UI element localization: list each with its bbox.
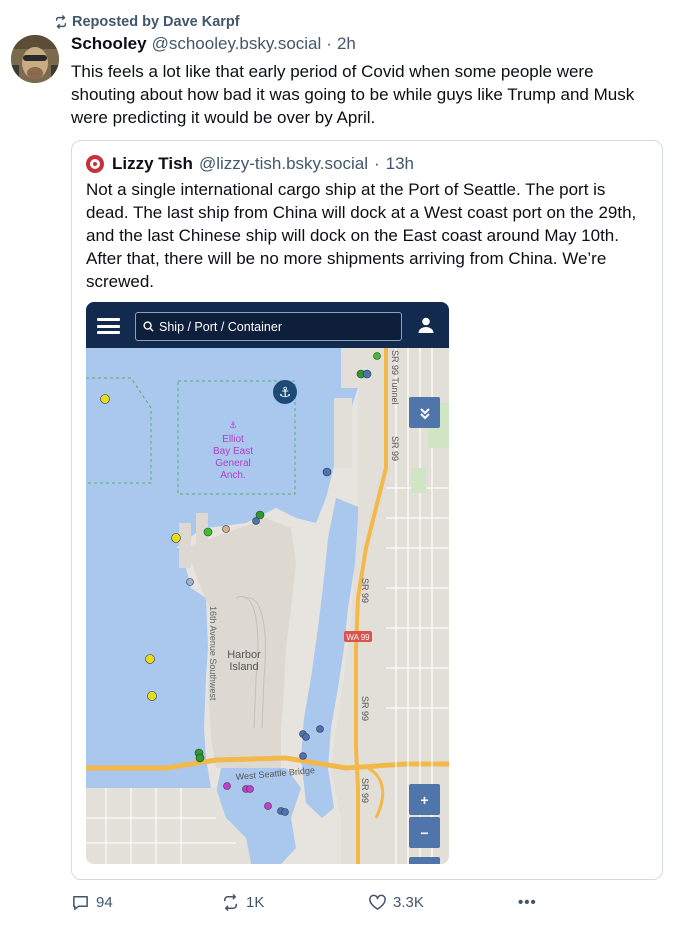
map-control-partial[interactable]: [409, 857, 440, 864]
post-text: This feels a lot like that early period …: [71, 62, 635, 127]
quote-author-avatar[interactable]: [86, 155, 104, 173]
more-options-icon: •••: [518, 893, 537, 911]
chevron-double-down-icon: [419, 407, 430, 419]
reposted-by[interactable]: Reposted by Dave Karpf: [54, 12, 240, 32]
svg-text:⚓: ⚓: [279, 385, 292, 401]
post-actions: 94 1K 3.3K •••: [71, 890, 551, 914]
quote-author-name[interactable]: Lizzy Tish: [112, 154, 193, 174]
road-label-sr99-a: SR 99: [390, 436, 400, 461]
repost-button[interactable]: 1K: [221, 890, 264, 914]
map-search-input[interactable]: [159, 319, 389, 334]
road-label-sr99-d: SR 99: [360, 778, 370, 803]
road-label-16th: 16th Avenue Southwest: [208, 606, 218, 701]
post-header: Schooley @schooley.bsky.social · 2h: [71, 34, 356, 56]
quote-time[interactable]: 13h: [386, 154, 414, 174]
author-name[interactable]: Schooley: [71, 34, 147, 54]
road-label-wa99: WA 99: [346, 633, 370, 642]
road-label-sr99-tunnel: SR 99 Tunnel: [390, 350, 400, 405]
island-label-1: Harbor: [227, 649, 261, 661]
zoom-in-button[interactable]: +: [409, 784, 440, 815]
user-icon[interactable]: [417, 316, 435, 334]
like-button[interactable]: 3.3K: [368, 890, 424, 914]
map-top-bar: [86, 302, 449, 348]
repost-icon: [224, 893, 237, 911]
quote-author-handle[interactable]: @lizzy-tish.bsky.social: [199, 154, 368, 174]
zoom-out-button[interactable]: −: [409, 817, 440, 848]
reply-button[interactable]: 94: [71, 890, 113, 914]
repost-icon: [55, 15, 67, 29]
author-avatar[interactable]: [11, 35, 59, 83]
anchorage-label-1: Elliot: [222, 434, 244, 445]
search-icon: [143, 321, 154, 332]
more-options-button[interactable]: •••: [518, 890, 537, 914]
author-handle[interactable]: @schooley.bsky.social: [152, 34, 322, 54]
anchorage-label-3: General: [215, 458, 251, 469]
layers-collapse-button[interactable]: [409, 397, 440, 428]
anchorage-label-4: Anch.: [220, 470, 246, 481]
repost-count: 1K: [246, 893, 265, 911]
separator: ·: [326, 34, 332, 53]
reply-count: 94: [96, 893, 113, 911]
quoted-post[interactable]: Lizzy Tish @lizzy-tish.bsky.social · 13h…: [71, 140, 663, 880]
reply-icon: [73, 895, 88, 910]
separator: ·: [373, 154, 380, 173]
repost-label: Reposted by Dave Karpf: [72, 14, 240, 30]
quote-text: Not a single international cargo ship at…: [86, 180, 637, 291]
post-time[interactable]: 2h: [337, 34, 356, 54]
road-label-sr99-c: SR 99: [360, 696, 370, 721]
map-search-box[interactable]: [135, 312, 402, 341]
anchorage-label-2: Bay East: [213, 446, 253, 457]
map-image[interactable]: ⚓ ⚓ Elliot Bay East General Anch. Harbor…: [86, 302, 449, 864]
map-canvas: ⚓ ⚓ Elliot Bay East General Anch. Harbor…: [86, 348, 449, 864]
road-label-sr99-b: SR 99: [360, 578, 370, 603]
menu-icon[interactable]: [97, 318, 120, 334]
island-label-2: Island: [229, 661, 258, 673]
svg-text:⚓: ⚓: [229, 421, 237, 431]
heart-icon: [369, 894, 386, 910]
quote-header: Lizzy Tish @lizzy-tish.bsky.social · 13h: [86, 153, 414, 175]
like-count: 3.3K: [393, 893, 424, 911]
avatar-image: [11, 35, 59, 83]
